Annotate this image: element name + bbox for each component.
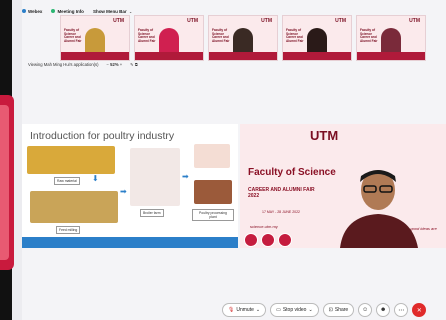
mic-off-icon: 🎙 — [228, 307, 235, 313]
feed-milling-label: Feed milling — [56, 226, 81, 234]
fac-subtitle: CAREER AND ALUMNI FAIR 2022 — [248, 187, 315, 199]
chevron-down-icon: ⌄ — [255, 307, 261, 313]
arrow-right-icon: ➡ — [182, 172, 189, 181]
meeting-info-button[interactable]: Meeting Info — [51, 9, 84, 14]
chevron-down-icon: ⌄ — [128, 8, 133, 14]
corn-image — [27, 146, 115, 174]
broiler-farm-label: Broiler farm — [140, 209, 164, 217]
arrow-down-icon: ⬇ — [92, 174, 99, 183]
chicken-farm-image — [130, 148, 180, 206]
more-icon: ⋯ — [398, 307, 405, 314]
unmute-button[interactable]: 🎙 Unmute ⌄ — [222, 303, 267, 317]
webex-icon — [22, 9, 26, 13]
shared-slide: Introduction for poultry industry Raw ma… — [22, 124, 238, 248]
participant-tile[interactable]: UTM Faculty of Science Career and Alumni… — [60, 15, 130, 61]
share-status-bar: Viewing Mah Ming Hui's application(s) − … — [28, 62, 138, 67]
zoom-control[interactable]: − 52% + — [107, 62, 123, 67]
smile-icon: ☻ — [380, 307, 387, 313]
webex-menu[interactable]: Webex — [22, 9, 42, 14]
participant-tile[interactable]: UTM Faculty of Science Career and Alumni… — [356, 15, 426, 61]
participant-tile[interactable]: UTM Faculty of Science Career and Alumni… — [134, 15, 204, 61]
share-button[interactable]: ⊡ Share — [322, 303, 355, 317]
processing-plant-label: Poultry processing plant — [192, 209, 234, 221]
social-icons — [244, 233, 292, 247]
info-icon — [51, 9, 56, 13]
speaker-person — [340, 170, 418, 248]
camera-icon: ▭ — [276, 307, 281, 313]
event-date: 17 MAY - 28 JUNE 2022 — [262, 210, 301, 214]
slide-footer-band — [22, 237, 238, 248]
stop-video-button[interactable]: ▭ Stop video ⌄ — [270, 303, 319, 317]
participant-tile[interactable]: UTM Faculty of Science Career and Alumni… — [208, 15, 278, 61]
participant-tile[interactable]: UTM Faculty of Science Career and Alumni… — [282, 15, 352, 61]
viewing-text: Viewing Mah Ming Hui's application(s) — [28, 62, 99, 67]
fac-title: Faculty of Science — [248, 167, 336, 178]
arrow-right-icon: ➡ — [120, 187, 127, 196]
utm-logo: UTM — [310, 128, 339, 143]
speaker-video[interactable]: UTM Faculty of Science CAREER AND ALUMNI… — [240, 124, 446, 248]
processed-meat-image — [194, 180, 232, 204]
participants-button[interactable]: ☺ — [358, 303, 373, 317]
side-panel-inner — [0, 105, 9, 260]
raw-material-label: Raw material — [54, 177, 80, 185]
close-icon: ✕ — [416, 307, 422, 314]
feed-image — [30, 191, 118, 223]
annotate-icon[interactable]: ✎ ⧉ — [130, 62, 138, 67]
share-icon: ⊡ — [328, 307, 333, 313]
website-text: science.utm.my — [250, 224, 278, 229]
more-options-button[interactable]: ⋯ — [394, 303, 409, 317]
chevron-down-icon: ⌄ — [308, 307, 313, 313]
slide-title: Introduction for poultry industry — [30, 130, 175, 142]
people-icon: ☺ — [362, 307, 369, 313]
reactions-button[interactable]: ☻ — [376, 303, 391, 317]
show-menu-bar-button[interactable]: Show Menu Bar ⌄ — [93, 9, 132, 14]
meeting-controls: 🎙 Unmute ⌄ ▭ Stop video ⌄ ⊡ Share ☺ ☻ ⋯ … — [222, 303, 427, 317]
participant-strip: UTM Faculty of Science Career and Alumni… — [60, 15, 426, 61]
chicken-meat-image — [194, 144, 230, 168]
leave-meeting-button[interactable]: ✕ — [412, 303, 427, 317]
